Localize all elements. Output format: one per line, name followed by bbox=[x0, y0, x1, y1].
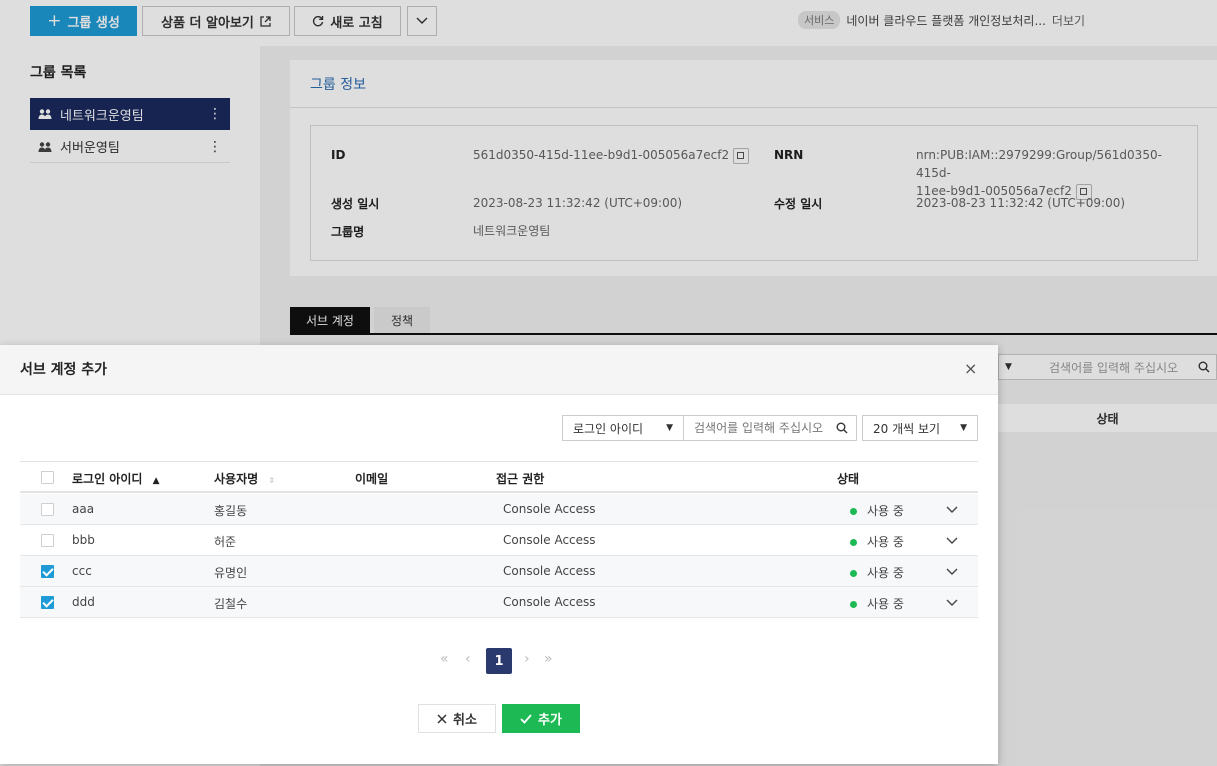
access-cell: Console Access bbox=[503, 502, 596, 516]
add-button[interactable]: 추가 bbox=[502, 704, 580, 733]
row-checkbox[interactable] bbox=[41, 503, 54, 516]
select-all-checkbox[interactable] bbox=[41, 471, 54, 484]
search-field[interactable] bbox=[683, 415, 857, 441]
table-header: 로그인 아이디 ▲ 사용자명 ⇕ 이메일 접근 권한 상태 bbox=[20, 461, 978, 493]
user-name-cell: 허준 bbox=[214, 535, 237, 549]
table-row[interactable]: ddd 김철수 Console Access 사용 중 bbox=[20, 587, 978, 618]
check-icon bbox=[520, 713, 532, 724]
column-access: 접근 권한 bbox=[496, 472, 545, 486]
user-name-cell: 홍길동 bbox=[214, 504, 248, 518]
login-id-cell: ddd bbox=[72, 595, 95, 609]
chevron-down-icon[interactable] bbox=[946, 599, 958, 607]
modal-header bbox=[0, 345, 998, 395]
table-row[interactable]: bbb 허준 Console Access 사용 중 bbox=[20, 525, 978, 556]
status-dot-icon bbox=[850, 601, 857, 608]
page-number-current[interactable]: 1 bbox=[486, 648, 512, 674]
search-icon[interactable] bbox=[836, 422, 848, 434]
user-name-cell: 김철수 bbox=[214, 597, 248, 611]
user-name-cell: 유명인 bbox=[214, 566, 248, 580]
prev-page-icon[interactable]: ‹ bbox=[465, 651, 471, 667]
column-email: 이메일 bbox=[355, 472, 389, 486]
cancel-button[interactable]: 취소 bbox=[418, 704, 496, 733]
add-sub-account-modal: 서브 계정 추가 × 로그인 아이디 ▼ 20 개씩 보기 ▼ 로그인 아이디 … bbox=[0, 345, 998, 764]
chevron-down-icon[interactable] bbox=[946, 506, 958, 514]
column-status: 상태 bbox=[837, 472, 860, 486]
login-id-cell: aaa bbox=[72, 502, 95, 516]
column-login-id[interactable]: 로그인 아이디 ▲ bbox=[72, 470, 160, 487]
access-cell: Console Access bbox=[503, 533, 596, 547]
login-id-cell: bbb bbox=[72, 533, 95, 547]
login-id-cell: ccc bbox=[72, 564, 92, 578]
page-size-select[interactable]: 20 개씩 보기 ▼ bbox=[862, 415, 978, 441]
access-cell: Console Access bbox=[503, 595, 596, 609]
table-row[interactable]: ccc 유명인 Console Access 사용 중 bbox=[20, 556, 978, 587]
chevron-down-icon[interactable] bbox=[946, 568, 958, 576]
next-page-icon[interactable]: › bbox=[524, 651, 530, 667]
status-dot-icon bbox=[850, 570, 857, 577]
modal-title: 서브 계정 추가 bbox=[20, 362, 108, 378]
sort-icon[interactable]: ⇕ bbox=[268, 476, 275, 485]
caret-down-icon: ▼ bbox=[960, 423, 967, 433]
table-row[interactable]: aaa 홍길동 Console Access 사용 중 bbox=[20, 494, 978, 525]
status-cell: 사용 중 bbox=[850, 564, 904, 581]
close-icon bbox=[437, 713, 447, 724]
last-page-icon[interactable]: » bbox=[544, 651, 553, 667]
status-cell: 사용 중 bbox=[850, 533, 904, 550]
status-cell: 사용 중 bbox=[850, 502, 904, 519]
caret-down-icon: ▼ bbox=[666, 423, 673, 433]
row-checkbox[interactable] bbox=[41, 596, 54, 609]
chevron-down-icon[interactable] bbox=[946, 537, 958, 545]
sort-asc-icon[interactable]: ▲ bbox=[153, 476, 160, 486]
search-input[interactable] bbox=[692, 420, 832, 436]
close-icon[interactable]: × bbox=[964, 359, 977, 378]
column-user-name[interactable]: 사용자명 ⇕ bbox=[214, 470, 275, 487]
access-cell: Console Access bbox=[503, 564, 596, 578]
first-page-icon[interactable]: « bbox=[440, 651, 449, 667]
row-checkbox[interactable] bbox=[41, 565, 54, 578]
status-cell: 사용 중 bbox=[850, 595, 904, 612]
status-dot-icon bbox=[850, 508, 857, 515]
status-dot-icon bbox=[850, 539, 857, 546]
row-checkbox[interactable] bbox=[41, 534, 54, 547]
filter-field-select[interactable]: 로그인 아이디 ▼ bbox=[562, 415, 684, 441]
